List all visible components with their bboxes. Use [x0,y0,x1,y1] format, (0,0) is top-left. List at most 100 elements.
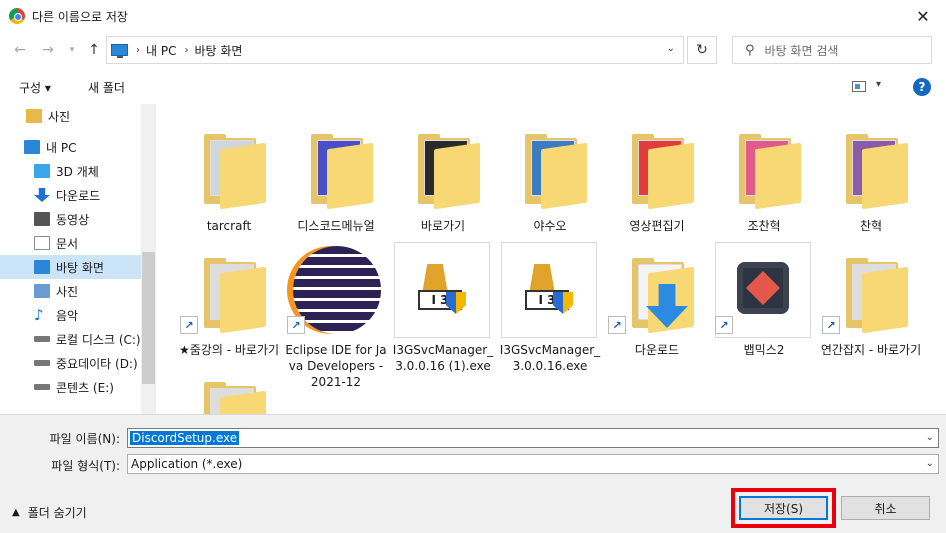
shortcut-arrow-icon: ↗ [715,316,733,334]
pictures-icon [34,284,50,298]
command-toolbar: 구성 ▾ 새 폴더 ▾ ? [0,70,946,104]
file-thumbnail: ↗ [287,242,385,340]
save-button[interactable]: 저장(S) [739,496,828,520]
folder-icon: ↗ [608,242,706,340]
folder-icon: ↗ [822,242,920,340]
file-item[interactable] [177,366,281,414]
sidebar-item-downloads[interactable]: 다운로드 [0,183,141,207]
sidebar-scrollbar[interactable] [141,104,156,414]
sidebar-item-3d-objects[interactable]: 3D 개체 [0,159,141,183]
filename-input[interactable]: DiscordSetup.exe ⌄ [127,428,939,448]
sidebar-item-label: 문서 [56,236,79,251]
filetype-label: 파일 형식(T): [51,459,120,473]
sidebar-scrollbar-thumb[interactable] [142,252,155,384]
file-item[interactable]: 조찬혁 [712,118,816,234]
address-dropdown-icon[interactable]: ⌄ [667,43,675,54]
organize-menu-button[interactable]: 구성 ▾ [19,79,51,96]
folder-icon-part [220,266,266,334]
filename-label: 파일 이름(N): [49,432,120,446]
desktop-icon [34,260,50,274]
breadcrumb-desktop[interactable]: 바탕 화면 [194,42,242,59]
file-label: 연간잡지 - 바로가기 [820,343,922,357]
sidebar-item-videos[interactable]: 동영상 [0,207,141,231]
file-thumbnail: I 3 [394,242,492,340]
sidebar-item-desktop[interactable]: 바탕 화면 [0,255,141,279]
search-icon: ⚲ [745,42,755,58]
sidebar-item-music[interactable]: ♪ 음악 [0,303,141,327]
folder-icon [180,366,278,414]
view-options-icon[interactable] [852,81,866,92]
help-button[interactable]: ? [913,78,931,96]
file-item[interactable]: ↗ 연간잡지 - 바로가기 [819,242,923,358]
sidebar-item-label: 3D 개체 [56,164,99,179]
search-box[interactable]: ⚲ 바탕 화면 검색 [732,36,932,64]
pictures-icon [26,109,42,123]
breadcrumb-pc[interactable]: 내 PC [146,42,176,59]
file-thumbnail: ↗ [715,242,813,340]
sidebar-item-pictures[interactable]: 사진 [0,104,141,128]
folder-icon-part [327,142,373,210]
cancel-button[interactable]: 취소 [841,496,930,520]
file-item[interactable]: 영상편집기 [605,118,709,234]
sidebar-item-pictures-2[interactable]: 사진 [0,279,141,303]
hide-folders-toggle[interactable]: ▲ 폴더 숨기기 [12,504,87,521]
folder-icon: ↗ [180,242,278,340]
filetype-select[interactable]: Application (*.exe) ⌄ [127,454,939,474]
file-item[interactable]: ↗ 뱁믹스2 [712,242,816,358]
file-item[interactable]: I 3 I3GSvcManager_3.0.0.16 (1).exe [391,242,495,374]
sidebar-item-this-pc[interactable]: 내 PC [0,135,141,159]
view-dropdown-icon[interactable]: ▾ [876,79,881,90]
folder-icon-part [862,266,908,334]
drive-icon [34,384,50,390]
filetype-dropdown-icon[interactable]: ⌄ [926,458,934,469]
file-item[interactable]: ↗ ★줌강의 - 바로가기 [177,242,281,358]
file-item[interactable]: tarcraft [177,118,281,234]
back-arrow-icon[interactable]: ← [10,40,30,60]
shortcut-arrow-icon: ↗ [287,316,305,334]
shortcut-arrow-icon: ↗ [180,316,198,334]
shortcut-arrow-icon: ↗ [608,316,626,334]
3d-objects-icon [34,164,50,178]
sidebar-item-drive-d[interactable]: 중요데이타 (D:) [0,351,141,375]
file-item[interactable]: ↗ Eclipse IDE for Java Developers - 2021-… [284,242,388,390]
refresh-button[interactable]: ↻ [687,36,717,64]
folder-icon [287,118,385,216]
address-bar[interactable]: › 내 PC › 바탕 화면 ⌄ [106,36,684,64]
pc-icon [24,140,40,154]
folder-icon-part [434,142,480,210]
download-arrow-icon [34,188,50,202]
file-item[interactable]: ↗ 다운로드 [605,242,709,358]
new-folder-button[interactable]: 새 폴더 [88,79,125,96]
eclipse-logo-icon [293,246,381,334]
sidebar-item-drive-e[interactable]: 콘텐츠 (E:) [0,375,141,399]
breadcrumb-separator-icon[interactable]: › [184,45,188,56]
title-bar: 다른 이름으로 저장 ✕ [0,0,946,32]
search-placeholder: 바탕 화면 검색 [764,43,839,58]
file-label: 영상편집기 [629,219,685,233]
up-arrow-icon[interactable]: ↑ [84,40,104,60]
sidebar-item-label: 바탕 화면 [56,260,104,275]
sidebar-item-documents[interactable]: 문서 [0,231,141,255]
forward-arrow-icon[interactable]: → [38,40,58,60]
document-icon [34,236,50,250]
file-label: 바로가기 [420,219,466,233]
sidebar-item-drive-c[interactable]: 로컬 디스크 (C:) [0,327,141,351]
breadcrumb-separator-icon[interactable]: › [136,45,140,56]
file-item[interactable]: 야수오 [498,118,602,234]
filename-value[interactable]: DiscordSetup.exe [130,431,240,445]
file-item[interactable]: 바로가기 [391,118,495,234]
drive-icon [34,360,50,366]
file-item[interactable]: 디스코드메뉴얼 [284,118,388,234]
file-item[interactable]: 찬혁 [819,118,923,234]
sidebar-item-label: 내 PC [46,140,77,155]
recent-locations-chevron-icon[interactable]: ▾ [62,40,82,60]
sidebar-item-label: 콘텐츠 (E:) [56,380,114,395]
folder-icon-part [755,142,801,210]
file-label: 찬혁 [859,219,883,233]
folder-icon-part [220,142,266,210]
filename-dropdown-icon[interactable]: ⌄ [926,432,934,443]
close-window-button[interactable]: ✕ [900,0,946,32]
file-item[interactable]: I 3 I3GSvcManager_3.0.0.16.exe [498,242,602,374]
sidebar-item-label: 중요데이타 (D:) [56,356,138,371]
folder-icon-part [648,142,694,210]
